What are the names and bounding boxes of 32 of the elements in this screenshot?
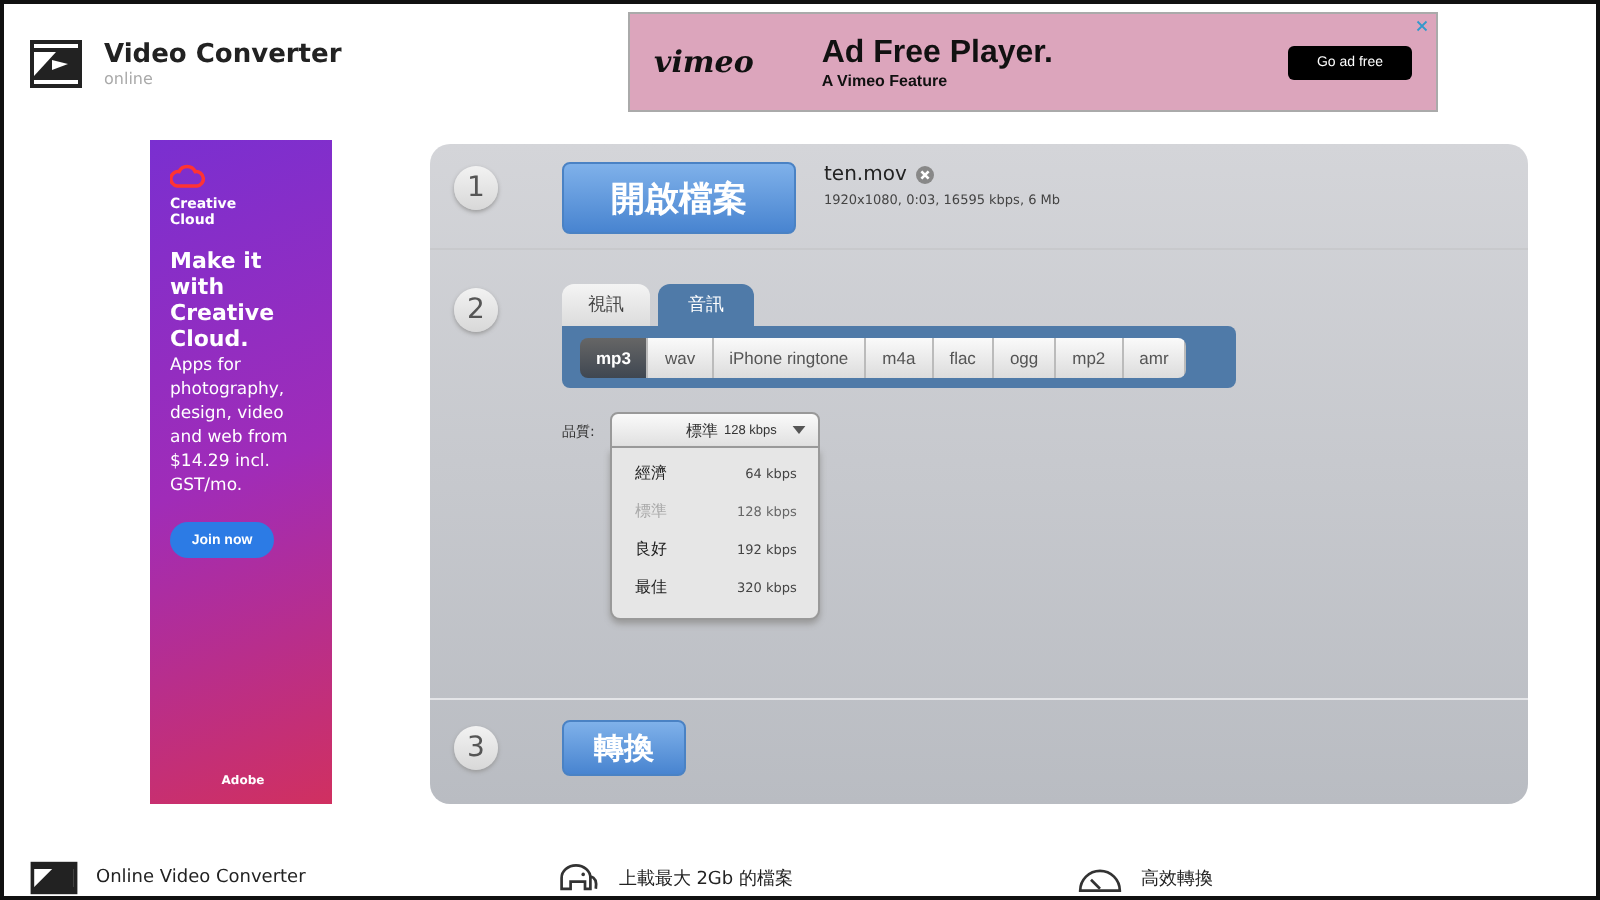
caret-icon (792, 426, 807, 434)
option-name: 經濟 (634, 462, 667, 484)
film-icon (28, 36, 84, 92)
feature-title: 上載最大 2Gb 的檔案 (618, 866, 793, 891)
format-button[interactable]: m4a (866, 337, 934, 377)
format-button[interactable]: amr (1123, 337, 1187, 377)
feature-title: Online Video Converter (96, 868, 306, 888)
ad-headline: Ad Free Player. (821, 35, 1055, 71)
feature-title: 高效轉換 (1141, 867, 1214, 891)
remove-icon[interactable] (916, 166, 935, 184)
step-number: 3 (454, 726, 498, 770)
option-name: 良好 (634, 538, 667, 560)
cloud-logo-icon (170, 164, 206, 190)
ad-text: Apps for photography, design, video and web from $14.29 incl. GST/mo. (170, 354, 290, 498)
tab[interactable]: 音訊 (658, 284, 754, 326)
file-name: ten.mov (824, 164, 907, 186)
option-name: 最佳 (634, 576, 667, 598)
ad-headline: Make it with Creative Cloud. (170, 248, 277, 352)
ad-logo: vimeo (654, 44, 754, 80)
site-subtitle: online (104, 70, 155, 88)
format-button[interactable]: iPhone ringtone (713, 337, 867, 377)
site-title: Video Converter (104, 40, 342, 70)
option-name: 標準 (634, 500, 667, 522)
format-button[interactable]: wav (648, 337, 714, 377)
ad-tagline: A Vimeo Feature (821, 71, 950, 89)
format-button[interactable]: flac (933, 337, 994, 377)
tab[interactable]: 視訊 (562, 284, 650, 326)
format-button[interactable]: mp2 (1056, 337, 1124, 377)
step-number: 1 (454, 166, 498, 210)
format-button[interactable]: mp3 (580, 337, 649, 377)
step-number: 2 (454, 288, 498, 332)
format-button[interactable]: ogg (993, 337, 1057, 377)
